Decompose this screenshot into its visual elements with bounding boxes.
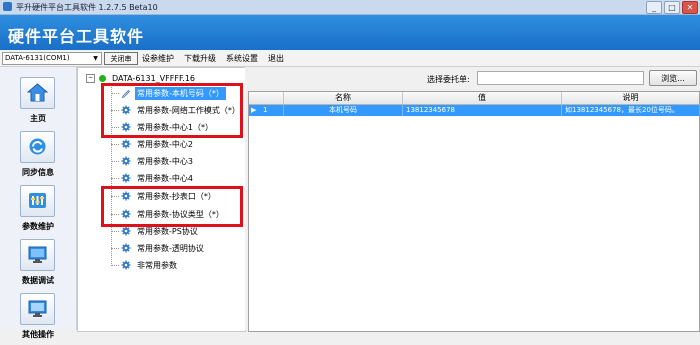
sidebar-item-parameters[interactable]: 参数维护	[0, 185, 76, 237]
menu-exit[interactable]: 退出	[268, 53, 284, 64]
sidebar-item-label: 数据调试	[22, 276, 54, 285]
tree-root-label: DATA-6131_VFFFF.16	[112, 73, 195, 83]
close-port-button[interactable]: 关闭串	[104, 52, 138, 65]
highlight-box-bottom	[101, 186, 243, 227]
window-title: 平升硬件平台工具软件 1.2.7.5 Beta10	[16, 3, 158, 12]
column-header-description[interactable]: 说明	[562, 92, 699, 104]
tree-item[interactable]: 常用参数-中心3	[111, 154, 195, 168]
status-dot-icon	[99, 74, 106, 82]
sidebar-item-label: 同步信息	[22, 168, 54, 177]
column-header-value[interactable]: 值	[403, 92, 562, 104]
minimize-button[interactable]: _	[646, 1, 662, 14]
collapse-icon[interactable]: −	[86, 73, 95, 83]
tree-item[interactable]: 常用参数-中心2	[111, 137, 195, 151]
maximize-button[interactable]: □	[664, 1, 680, 14]
banner-title: 硬件平台工具软件	[8, 27, 145, 46]
home-icon	[20, 77, 55, 109]
row-value-cell[interactable]: 13812345678	[403, 105, 562, 116]
grid-header: 名称 值 说明	[249, 92, 699, 105]
port-select-value: DATA-6131(COM1)	[5, 54, 70, 62]
app-icon	[3, 2, 12, 11]
table-row[interactable]: ▶ 1 本机号码 13812345678 如13812345678，最长20位号…	[249, 105, 699, 116]
tree-item[interactable]: 常用参数-中心4	[111, 171, 195, 185]
parameter-grid: 名称 值 说明 ▶ 1 本机号码 13812345678 如1381234567…	[248, 91, 700, 332]
monitor-icon	[20, 239, 55, 271]
gear-icon	[121, 226, 131, 236]
sidebar-item-data-debug[interactable]: 数据调试	[0, 239, 76, 291]
sidebar-item-sync[interactable]: 同步信息	[0, 131, 76, 183]
parameter-tree: − DATA-6131_VFFFF.16 常用参数-本机号码（*） 常用参数-网…	[77, 67, 246, 332]
gear-icon	[121, 173, 131, 183]
sidebar-item-label: 其他操作	[22, 330, 54, 339]
window-titlebar: 平升硬件平台工具软件 1.2.7.5 Beta10 _ □ ✕	[0, 0, 700, 15]
parameters-icon	[20, 185, 55, 217]
browse-button[interactable]: 浏览...	[649, 70, 697, 86]
highlight-box-top	[101, 83, 243, 138]
gear-icon	[121, 139, 131, 149]
gear-icon	[121, 243, 131, 253]
row-description-cell: 如13812345678，最长20位号码。	[565, 106, 679, 114]
sidebar-item-home[interactable]: 主页	[0, 77, 76, 129]
row-name-cell[interactable]: 本机号码	[284, 105, 403, 116]
sidebar: 主页 同步信息 参数维护 数据调试 其他操作	[0, 67, 77, 339]
delegate-label: 选择委托单:	[427, 75, 470, 84]
sidebar-item-label: 参数维护	[22, 222, 54, 231]
gear-icon	[121, 156, 131, 166]
menu-system-settings[interactable]: 系统设置	[226, 53, 258, 64]
port-select[interactable]: DATA-6131(COM1) ▼	[2, 52, 102, 65]
toolbar: DATA-6131(COM1) ▼ 关闭串 设参维护 下载升级 系统设置 退出	[0, 50, 700, 67]
gear-icon	[121, 260, 131, 270]
computer-icon	[20, 293, 55, 325]
tree-item[interactable]: 非常用参数	[111, 258, 179, 272]
sidebar-item-other[interactable]: 其他操作	[0, 293, 76, 345]
row-index: 1	[263, 105, 284, 116]
app-banner: 硬件平台工具软件	[0, 15, 700, 50]
grid-header-corner	[249, 92, 284, 104]
row-marker-icon: ▶	[251, 106, 257, 114]
tree-item[interactable]: 常用参数-透明协议	[111, 241, 206, 255]
sidebar-item-label: 主页	[30, 114, 46, 123]
sync-icon	[20, 131, 55, 163]
menu-download-upgrade[interactable]: 下载升级	[184, 53, 216, 64]
parameter-detail-panel: 选择委托单: 浏览... 名称 值 说明 ▶ 1 本机号码 1381234567…	[245, 67, 700, 332]
window-controls: _ □ ✕	[646, 1, 698, 14]
menu-param-maintenance[interactable]: 设参维护	[142, 53, 174, 64]
delegate-input[interactable]	[477, 71, 644, 85]
chevron-down-icon[interactable]: ▼	[91, 54, 100, 63]
column-header-name[interactable]: 名称	[284, 92, 403, 104]
close-window-button[interactable]: ✕	[682, 1, 698, 14]
